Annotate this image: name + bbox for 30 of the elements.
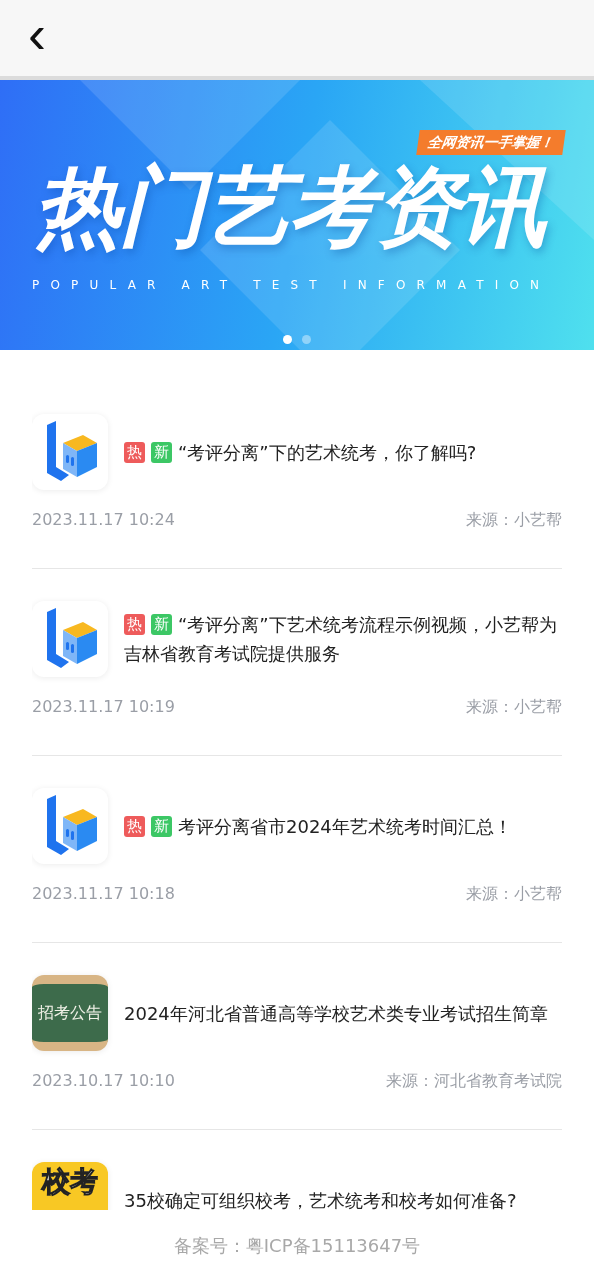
banner-ribbon: 全网资讯一手掌握！ (416, 130, 566, 155)
carousel-dot[interactable] (302, 335, 311, 344)
banner-subtitle: POPULAR ART TEST INFORMATION (32, 277, 551, 294)
hot-tag: 热 (124, 441, 145, 463)
new-tag: 新 (151, 815, 172, 837)
article-source: 来源：小艺帮 (466, 884, 562, 904)
hot-tag: 热 (124, 614, 145, 635)
article-source: 来源：河北省教育考试院 (386, 1071, 562, 1091)
logo-icon (32, 788, 108, 864)
publish-time: 2023.11.17 10:24 (32, 510, 175, 530)
publish-time: 2023.11.17 10:19 (32, 697, 175, 717)
article-title[interactable]: 热 新 “考评分离”下的艺术统考，你了解吗? (124, 437, 477, 467)
carousel-dot[interactable] (283, 335, 292, 344)
article-source: 来源：小艺帮 (466, 510, 562, 530)
article-title[interactable]: 热 新 “考评分离”下艺术统考流程示例视频，小艺帮为吉林省教育考试院提供服务 (124, 610, 562, 668)
hot-tag: 热 (124, 815, 145, 837)
poster-thumbnail: 校考 (32, 1162, 108, 1210)
icp-record-text: 备案号：粤ICP备15113647号 (173, 1233, 421, 1258)
article-title[interactable]: 35校确定可组织校考，艺术统考和校考如何准备? (124, 1185, 517, 1210)
article-title[interactable]: 2024年河北省普通高等学校艺术类专业考试招生简章 (124, 998, 548, 1028)
logo-icon (32, 601, 108, 677)
publish-time: 2023.10.17 10:10 (32, 1071, 175, 1091)
publish-time: 2023.11.17 10:18 (32, 884, 175, 904)
article-source: 来源：小艺帮 (466, 697, 562, 717)
article-title[interactable]: 热 新 考评分离省市2024年艺术统考时间汇总！ (124, 811, 512, 841)
notice-thumbnail: 招考公告 (32, 975, 108, 1051)
back-button[interactable]: ‹ (0, 7, 46, 69)
new-tag: 新 (151, 441, 172, 463)
logo-icon (32, 414, 108, 490)
new-tag: 新 (151, 614, 172, 635)
